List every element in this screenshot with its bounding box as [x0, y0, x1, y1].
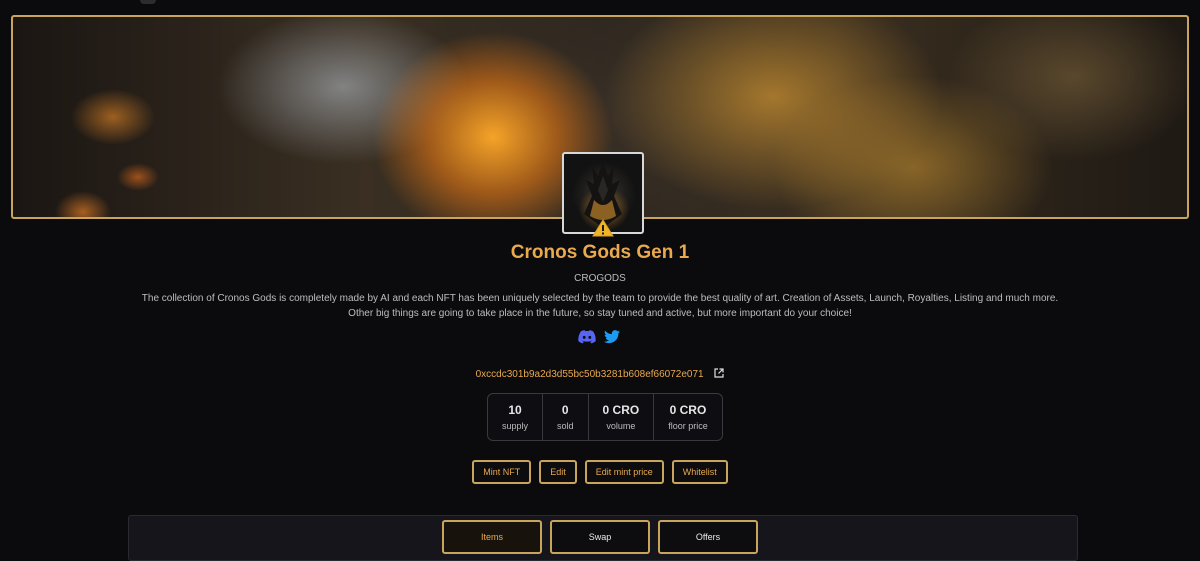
tab-offers[interactable]: Offers — [658, 520, 758, 554]
stat-value: 10 — [508, 403, 522, 417]
collection-title: Cronos Gods Gen 1 — [510, 242, 690, 263]
stat-floor-price: 0 CRO floor price — [654, 394, 722, 440]
warning-icon — [592, 219, 614, 237]
tab-items[interactable]: Items — [442, 520, 542, 554]
stat-label: sold — [557, 421, 574, 431]
discord-icon[interactable] — [578, 330, 596, 344]
mint-nft-button[interactable]: Mint NFT — [472, 460, 532, 484]
stat-sold: 0 sold — [543, 394, 589, 440]
external-link-icon[interactable] — [714, 368, 724, 378]
stat-label: volume — [606, 421, 636, 431]
contract-address-row: 0xccdc301b9a2d3d55bc50b3281b608ef66072e0… — [0, 368, 1200, 380]
edit-mint-price-button[interactable]: Edit mint price — [584, 460, 664, 484]
stat-label: supply — [502, 421, 529, 431]
social-links — [578, 330, 622, 344]
twitter-icon[interactable] — [604, 330, 622, 344]
stat-value: 0 CRO — [602, 403, 640, 417]
top-edge-element — [140, 0, 156, 4]
contract-address-link[interactable]: 0xccdc301b9a2d3d55bc50b3281b608ef66072e0… — [476, 369, 704, 380]
collection-stats: 10 supply 0 sold 0 CRO volume 0 CRO floo… — [487, 393, 723, 441]
tab-swap[interactable]: Swap — [550, 520, 650, 554]
stat-volume: 0 CRO volume — [589, 394, 655, 440]
edit-button[interactable]: Edit — [539, 460, 577, 484]
collection-description: The collection of Cronos Gods is complet… — [141, 293, 1059, 319]
whitelist-button[interactable]: Whitelist — [671, 460, 728, 484]
collection-tabs: Items Swap Offers — [0, 520, 1200, 554]
stat-label: floor price — [668, 421, 708, 431]
stat-supply: 10 supply — [488, 394, 544, 440]
stat-value: 0 — [561, 403, 569, 417]
owner-actions: Mint NFT Edit Edit mint price Whitelist — [0, 460, 1200, 484]
collection-symbol: CROGODS — [574, 273, 626, 284]
stat-value: 0 CRO — [669, 403, 707, 417]
